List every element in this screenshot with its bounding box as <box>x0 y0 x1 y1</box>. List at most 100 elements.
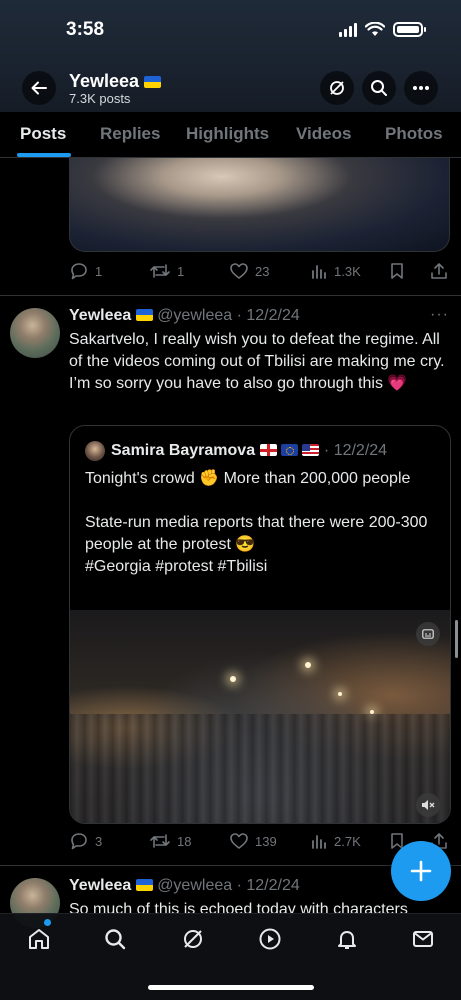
author-handle[interactable]: @yewleea <box>157 877 232 894</box>
next-tweet-header: Yewleea @yewleea · 12/2/24 <box>69 877 300 895</box>
heart-icon <box>230 263 248 279</box>
views-button[interactable]: 2.7K <box>310 832 361 850</box>
quoted-author-name: Samira Bayramova <box>111 442 256 459</box>
views-count: 2.7K <box>334 833 361 849</box>
captions-icon <box>422 629 434 639</box>
share-button[interactable] <box>430 262 448 280</box>
us-flag-icon <box>302 444 320 456</box>
grok-icon <box>330 81 344 95</box>
nav-grok[interactable] <box>180 926 206 952</box>
like-button[interactable]: 23 <box>229 262 269 280</box>
status-icons <box>339 22 426 37</box>
quoted-tweet-date: 12/2/24 <box>333 442 388 459</box>
profile-title: Yewleea <box>69 71 162 92</box>
compose-post-button[interactable] <box>391 841 451 901</box>
quoted-tweet-video[interactable] <box>70 610 450 823</box>
nav-messages[interactable] <box>410 926 436 952</box>
reply-button[interactable]: 3 <box>69 832 102 850</box>
cellular-signal-icon <box>339 22 357 37</box>
search-icon <box>371 80 387 96</box>
like-button[interactable]: 139 <box>229 832 277 850</box>
views-button[interactable]: 1.3K <box>310 262 361 280</box>
views-count: 1.3K <box>334 263 361 279</box>
author-name[interactable]: Yewleea <box>69 307 131 324</box>
back-button[interactable] <box>22 71 56 105</box>
like-count: 139 <box>255 833 277 849</box>
nav-search[interactable] <box>102 926 128 952</box>
bookmark-button[interactable] <box>389 262 405 280</box>
tweet-date[interactable]: 12/2/24 <box>246 877 299 894</box>
reply-count: 1 <box>95 263 103 279</box>
tab-highlights[interactable]: Highlights <box>186 124 269 144</box>
messages-icon <box>413 931 433 947</box>
repost-button[interactable]: 18 <box>149 832 191 850</box>
views-icon <box>312 265 326 279</box>
profile-tabs: Posts Replies Highlights Videos Photos <box>0 112 461 158</box>
crowd <box>70 714 450 823</box>
repost-button[interactable]: 1 <box>149 262 184 280</box>
repost-icon <box>150 834 170 848</box>
repost-count: 18 <box>177 833 192 849</box>
eu-flag-icon <box>281 444 298 456</box>
dot-separator: · <box>323 442 334 459</box>
tab-videos[interactable]: Videos <box>296 124 351 144</box>
like-count: 23 <box>255 263 270 279</box>
home-icon <box>29 929 49 949</box>
battery-icon <box>393 22 426 37</box>
quoted-tweet[interactable]: Samira Bayramova · 12/2/24 Tonight's cro… <box>69 425 451 824</box>
repost-count: 1 <box>177 263 185 279</box>
previous-post-image[interactable] <box>69 158 450 252</box>
more-options-button[interactable] <box>404 71 438 105</box>
tab-photos[interactable]: Photos <box>385 124 443 144</box>
status-time: 3:58 <box>66 19 105 40</box>
tab-posts[interactable]: Posts <box>20 124 66 144</box>
ukraine-flag-icon <box>135 309 153 321</box>
nav-home[interactable] <box>26 926 52 952</box>
muted-speaker-icon <box>422 800 435 810</box>
dot-separator: · <box>232 877 247 894</box>
ukraine-flag-icon <box>144 76 162 88</box>
author-name[interactable]: Yewleea <box>69 877 131 894</box>
reply-count: 3 <box>95 833 103 849</box>
tweet-date[interactable]: 12/2/24 <box>246 307 299 324</box>
repost-icon <box>150 264 170 278</box>
georgia-flag-icon <box>259 444 277 456</box>
profile-name: Yewleea <box>69 71 140 91</box>
previous-post-actions: 1 1 23 1.3K <box>69 262 450 286</box>
grok-button[interactable] <box>320 71 354 105</box>
tweet-more-options-icon[interactable]: ··· <box>430 306 449 324</box>
quoted-avatar <box>85 441 105 461</box>
avatar[interactable] <box>10 308 60 358</box>
home-indicator[interactable] <box>148 985 314 990</box>
back-arrow-icon <box>31 81 47 95</box>
nav-notifications[interactable] <box>334 926 360 952</box>
tweet-text: Sakartvelo, I really wish you to defeat … <box>69 331 445 392</box>
post-count: 7.3K posts <box>69 91 131 106</box>
views-icon <box>312 835 326 849</box>
quoted-tweet-header: Samira Bayramova · 12/2/24 <box>111 442 387 460</box>
tab-replies[interactable]: Replies <box>100 124 160 144</box>
mute-button[interactable] <box>416 793 440 817</box>
post-divider <box>0 295 461 296</box>
ukraine-flag-icon <box>135 879 153 891</box>
scrollbar[interactable] <box>455 620 458 658</box>
street-light <box>230 676 236 682</box>
reply-icon <box>71 833 87 850</box>
dot-separator: · <box>232 307 247 324</box>
active-tab-indicator <box>17 153 71 157</box>
more-dots-icon <box>413 86 429 90</box>
search-button[interactable] <box>362 71 396 105</box>
nav-video[interactable] <box>257 926 283 952</box>
author-handle[interactable]: @yewleea <box>157 307 232 324</box>
status-bar: 3:58 <box>0 0 461 60</box>
street-light <box>305 662 311 668</box>
reply-button[interactable]: 1 <box>69 262 102 280</box>
heart-icon <box>230 833 248 849</box>
video-icon <box>259 928 281 950</box>
share-icon <box>431 263 447 279</box>
bookmark-icon <box>391 263 403 279</box>
captions-button[interactable] <box>416 622 440 646</box>
notifications-icon <box>338 931 356 949</box>
tweet-header: Yewleea @yewleea · 12/2/24 <box>69 307 300 325</box>
tweet-actions: 3 18 139 2.7K <box>69 832 450 856</box>
